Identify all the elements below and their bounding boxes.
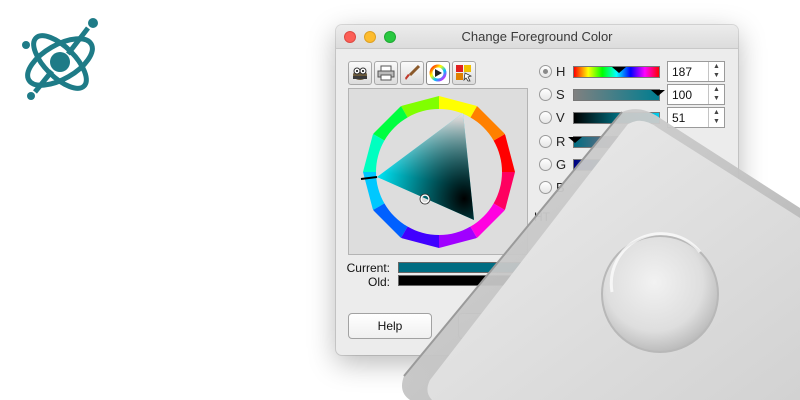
channel-radio-b[interactable]: [539, 181, 552, 194]
app-logo-icon: [22, 18, 98, 100]
channel-row-s: S 100 ▲ ▼: [536, 84, 736, 106]
channel-label-b: B: [556, 180, 565, 195]
color-wheel-icon: [429, 64, 447, 82]
printer-icon: [377, 65, 395, 81]
hue-slider[interactable]: [573, 66, 660, 78]
value-spinbutton[interactable]: 51 ▲ ▼: [667, 107, 725, 128]
old-label: Old:: [367, 275, 390, 289]
channel-radio-s[interactable]: [539, 88, 552, 101]
value-value: 51: [672, 111, 686, 125]
channel-radio-g[interactable]: [539, 158, 552, 171]
change-foreground-color-dialog: Change Foreground Color Current: Old: H …: [336, 25, 738, 355]
saturation-value: 100: [672, 88, 693, 102]
tab-palette-selector[interactable]: [452, 61, 476, 85]
hue-spinbutton[interactable]: 187 ▲ ▼: [667, 61, 725, 82]
current-label: Current:: [346, 261, 390, 275]
red-slider[interactable]: [568, 136, 660, 148]
color-palette-icon: [456, 65, 473, 82]
tab-wheel-selector[interactable]: [426, 61, 450, 85]
tab-cmyk-selector[interactable]: [374, 61, 398, 85]
channel-label-s: S: [556, 87, 565, 102]
green-slider[interactable]: [573, 159, 660, 171]
value-slider[interactable]: [573, 112, 660, 124]
channel-radio-r[interactable]: [539, 135, 552, 148]
slider-marker-icon: [568, 137, 582, 143]
old-color-swatch: [398, 275, 533, 286]
hex-notation-label: HT: [534, 210, 550, 224]
tab-gimp-selector[interactable]: [348, 61, 372, 85]
reset-button[interactable]: [458, 313, 542, 339]
channel-row-b: B: [536, 177, 736, 199]
channel-label-h: H: [556, 64, 566, 79]
dialog-title: Change Foreground Color: [461, 29, 613, 44]
hue-value: 187: [672, 65, 693, 79]
channel-radio-v[interactable]: [539, 111, 552, 124]
channel-label-r: R: [556, 134, 566, 149]
channel-row-r: R: [536, 131, 736, 153]
spin-arrows-icon[interactable]: ▲ ▼: [708, 108, 724, 127]
slider-marker-icon: [612, 67, 626, 73]
slider-marker-icon: [651, 90, 665, 96]
channel-label-g: G: [556, 157, 567, 172]
current-color-swatch: [398, 262, 533, 273]
saturation-spinbutton[interactable]: 100 ▲ ▼: [667, 84, 725, 105]
hsv-color-wheel[interactable]: [349, 89, 529, 256]
channel-row-v: V 51 ▲ ▼: [536, 107, 736, 129]
channel-row-g: G: [536, 154, 736, 176]
title-bar[interactable]: Change Foreground Color: [336, 25, 738, 49]
saturation-slider[interactable]: [573, 89, 665, 101]
help-button[interactable]: Help: [348, 313, 432, 339]
channel-radio-h[interactable]: [539, 65, 552, 78]
paintbrush-icon: [405, 64, 421, 80]
color-wheel-panel[interactable]: [348, 88, 528, 255]
channel-label-v: V: [556, 110, 565, 125]
color-comparison: Current: Old:: [336, 261, 536, 291]
gimp-wilber-icon: [353, 67, 367, 80]
spin-arrows-icon[interactable]: ▲ ▼: [708, 85, 724, 104]
channel-row-h: H 187 ▲ ▼: [536, 61, 736, 83]
spin-arrows-icon[interactable]: ▲ ▼: [708, 62, 724, 81]
tab-watercolor-selector[interactable]: [400, 61, 424, 85]
